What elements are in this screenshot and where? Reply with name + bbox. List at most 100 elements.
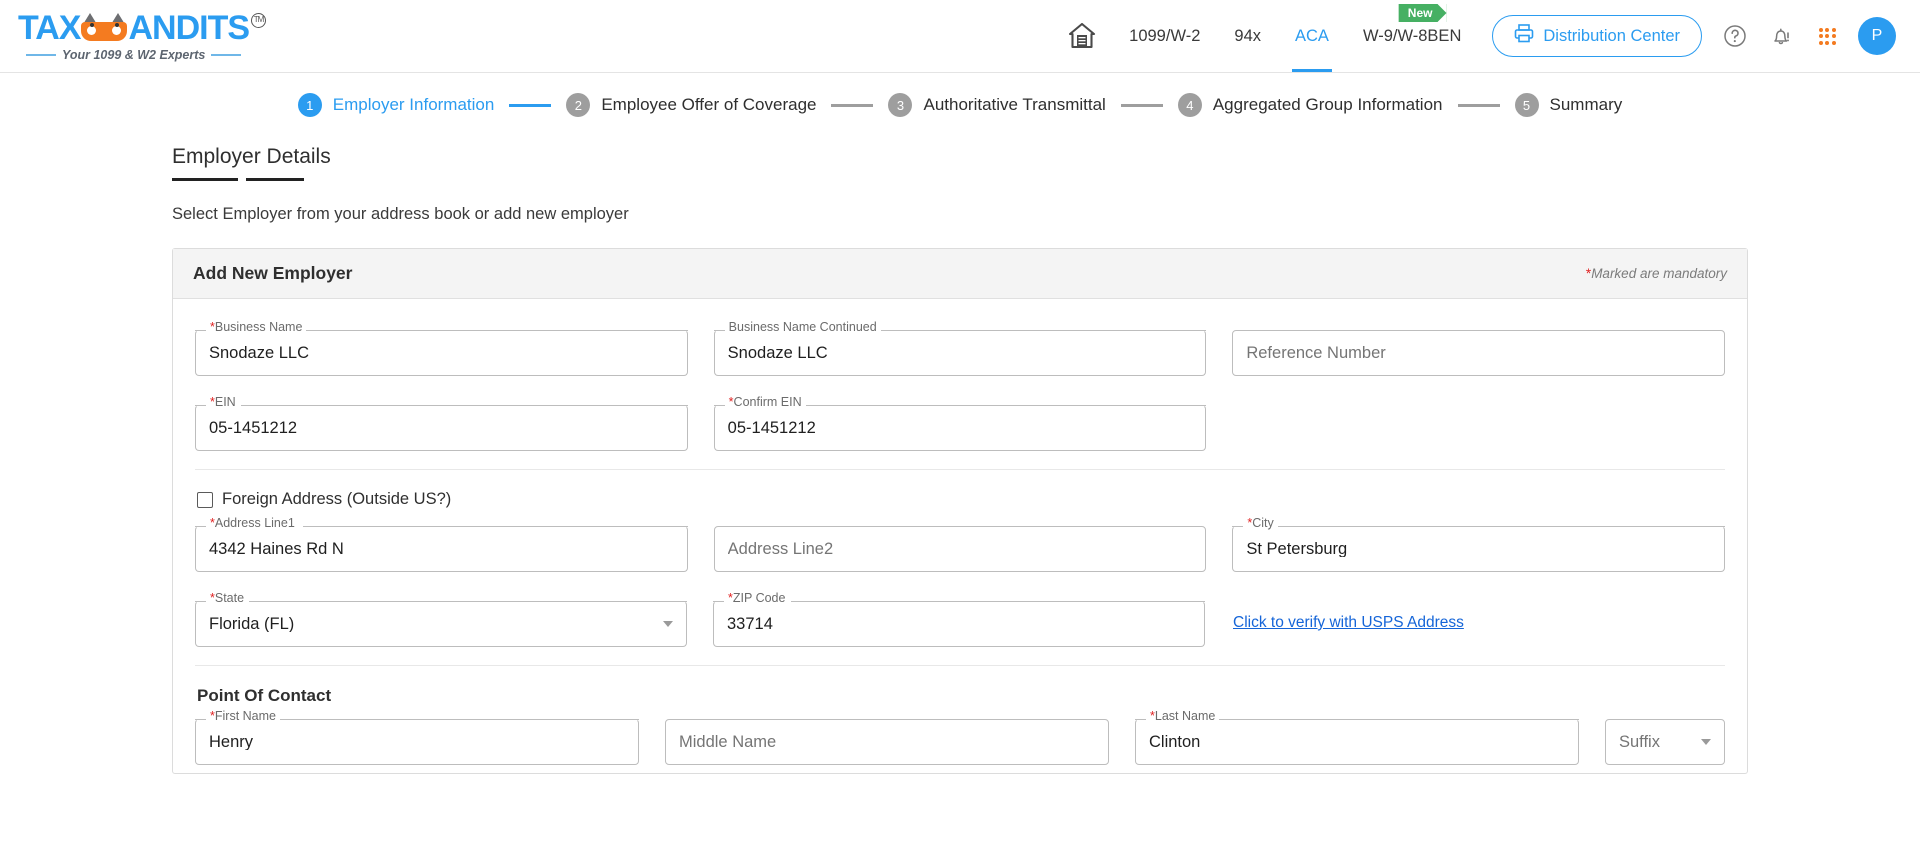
mandatory-note-text: Marked are mandatory bbox=[1591, 266, 1727, 281]
business-name-continued-value: Snodaze LLC bbox=[727, 344, 828, 362]
step-connector bbox=[831, 103, 874, 107]
mandatory-note: *Marked are mandatory bbox=[1586, 266, 1727, 281]
last-name-label: *Last Name bbox=[1146, 710, 1220, 723]
step-connector bbox=[1457, 103, 1500, 107]
foreign-address-checkbox[interactable] bbox=[197, 491, 213, 508]
last-name-value: Clinton bbox=[1149, 733, 1201, 751]
field-middle-name: Middle Name bbox=[665, 710, 1109, 765]
bandit-mask-icon bbox=[81, 12, 128, 43]
usps-verify-container: Click to verify with USPS Address bbox=[1231, 592, 1725, 632]
first-name-value: Henry bbox=[209, 733, 254, 751]
step-number: 4 bbox=[1177, 93, 1202, 117]
first-name-input[interactable]: Henry bbox=[195, 719, 639, 765]
field-address-line1: *Address Line1 4342 Haines Rd N bbox=[195, 517, 688, 572]
apps-grid-icon[interactable] bbox=[1804, 13, 1850, 59]
nav-item-w9-w8ben[interactable]: W-9/W-8BEN bbox=[1346, 0, 1478, 72]
step-number: 1 bbox=[297, 93, 322, 117]
page-header: Employer Details bbox=[0, 131, 1920, 181]
foreign-address-label: Foreign Address (Outside US?) bbox=[222, 490, 452, 508]
last-name-input[interactable]: Clinton bbox=[1135, 719, 1579, 765]
field-business-name: *Business Name Snodaze LLC bbox=[195, 321, 688, 376]
distribution-center-button[interactable]: Distribution Center bbox=[1492, 15, 1702, 57]
confirm-ein-input[interactable]: 05-1451212 bbox=[713, 405, 1207, 451]
bell-alert-icon[interactable] bbox=[1758, 13, 1804, 59]
nav-label: 94x bbox=[1234, 26, 1262, 45]
chevron-down-icon bbox=[663, 621, 673, 627]
logo-text-tax: TAX bbox=[18, 8, 81, 47]
section-divider-contact bbox=[195, 665, 1725, 666]
logo-text-andits: ANDITS bbox=[128, 8, 250, 47]
zip-code-input[interactable]: 33714 bbox=[713, 601, 1205, 647]
nav-item-1099-w2[interactable]: 1099/W-2 bbox=[1112, 0, 1217, 72]
step-employer-information[interactable]: 1 Employer Information bbox=[297, 93, 494, 117]
step-label: Authoritative Transmittal bbox=[923, 95, 1106, 114]
avatar-initial: P bbox=[1871, 27, 1883, 44]
chevron-down-icon bbox=[1701, 739, 1711, 745]
zip-code-value: 33714 bbox=[727, 615, 773, 633]
address-line1-label: *Address Line1 bbox=[206, 517, 299, 530]
step-label: Summary bbox=[1549, 95, 1623, 114]
tagline-rule-left bbox=[26, 53, 56, 56]
card-header: Add New Employer *Marked are mandatory bbox=[173, 249, 1747, 299]
step-number: 2 bbox=[566, 93, 591, 117]
field-address-line2: Address Line2 bbox=[713, 517, 1207, 572]
city-label: *City bbox=[1243, 517, 1278, 530]
brand-logo[interactable]: TAX ANDITS TM Your 1099 & W2 Experts bbox=[18, 11, 278, 62]
form-row-address: *Address Line1 4342 Haines Rd N Address … bbox=[195, 517, 1726, 572]
help-circle-icon[interactable] bbox=[1712, 13, 1758, 59]
primary-nav: 1099/W-2 94x ACA New W-9/W-8BEN Distribu… bbox=[1052, 0, 1702, 72]
middle-name-input[interactable]: Middle Name bbox=[665, 719, 1109, 765]
step-label: Aggregated Group Information bbox=[1212, 95, 1443, 114]
nav-item-aca[interactable]: ACA bbox=[1278, 0, 1346, 72]
tagline-text: Your 1099 & W2 Experts bbox=[62, 47, 206, 62]
add-new-employer-card: Add New Employer *Marked are mandatory *… bbox=[172, 248, 1748, 774]
state-label: *State bbox=[206, 592, 249, 605]
trademark-icon: TM bbox=[251, 12, 267, 28]
field-ein: *EIN 05-1451212 bbox=[195, 396, 688, 451]
nav-item-94x[interactable]: 94x bbox=[1217, 0, 1278, 72]
nav-label: W-9/W-8BEN bbox=[1362, 26, 1462, 45]
field-suffix: Suffix bbox=[1605, 710, 1725, 765]
business-name-continued-input[interactable]: Snodaze LLC bbox=[713, 330, 1207, 376]
step-employee-offer-of-coverage[interactable]: 2 Employee Offer of Coverage bbox=[566, 93, 816, 117]
step-aggregated-group-information[interactable]: 4 Aggregated Group Information bbox=[1177, 93, 1443, 117]
step-authoritative-transmittal[interactable]: 3 Authoritative Transmittal bbox=[888, 93, 1106, 117]
point-of-contact-heading: Point Of Contact bbox=[197, 686, 332, 705]
form-row-contact-name: *First Name Henry Middle Name *Last Name… bbox=[195, 710, 1725, 765]
state-value: Florida (FL) bbox=[209, 615, 295, 633]
field-first-name: *First Name Henry bbox=[195, 710, 639, 765]
field-reference-number: Reference Number bbox=[1232, 321, 1726, 376]
state-select[interactable]: Florida (FL) bbox=[195, 601, 687, 647]
step-connector bbox=[509, 103, 552, 107]
suffix-value: Suffix bbox=[1619, 733, 1660, 751]
form-row-business: *Business Name Snodaze LLC Business Name… bbox=[195, 321, 1726, 376]
form-row-state-zip: *State Florida (FL) *ZIP Code 33714 Clic… bbox=[195, 592, 1725, 647]
suffix-select[interactable]: Suffix bbox=[1605, 719, 1725, 765]
progress-stepper: 1 Employer Information 2 Employee Offer … bbox=[0, 73, 1920, 131]
address-line1-input[interactable]: 4342 Haines Rd N bbox=[195, 526, 688, 572]
field-business-name-continued: Business Name Continued Snodaze LLC bbox=[713, 321, 1207, 376]
address-line1-value: 4342 Haines Rd N bbox=[209, 540, 344, 558]
page-title: Employer Details bbox=[172, 145, 331, 168]
step-number: 3 bbox=[888, 93, 913, 117]
field-state: *State Florida (FL) bbox=[195, 592, 687, 647]
reference-number-input[interactable]: Reference Number bbox=[1232, 330, 1726, 376]
usps-verify-link[interactable]: Click to verify with USPS Address bbox=[1233, 614, 1464, 632]
distribution-center-label: Distribution Center bbox=[1543, 26, 1680, 45]
avatar[interactable]: P bbox=[1858, 17, 1896, 55]
field-zip-code: *ZIP Code 33714 bbox=[713, 592, 1205, 647]
step-summary[interactable]: 5 Summary bbox=[1514, 93, 1623, 117]
foreign-address-checkbox-row[interactable]: Foreign Address (Outside US?) bbox=[197, 490, 1725, 509]
page-subtitle: Select Employer from your address book o… bbox=[172, 205, 629, 223]
nav-label: ACA bbox=[1295, 26, 1329, 45]
first-name-label: *First Name bbox=[206, 710, 280, 723]
business-name-value: Snodaze LLC bbox=[209, 344, 309, 362]
home-icon[interactable] bbox=[1052, 23, 1112, 49]
step-connector bbox=[1120, 103, 1163, 107]
city-input[interactable]: St Petersburg bbox=[1232, 526, 1726, 572]
ein-input[interactable]: 05-1451212 bbox=[195, 405, 688, 451]
field-confirm-ein: *Confirm EIN 05-1451212 bbox=[713, 396, 1207, 451]
business-name-input[interactable]: Snodaze LLC bbox=[195, 330, 688, 376]
address-line2-input[interactable]: Address Line2 bbox=[713, 526, 1207, 572]
confirm-ein-value: 05-1451212 bbox=[727, 419, 816, 437]
